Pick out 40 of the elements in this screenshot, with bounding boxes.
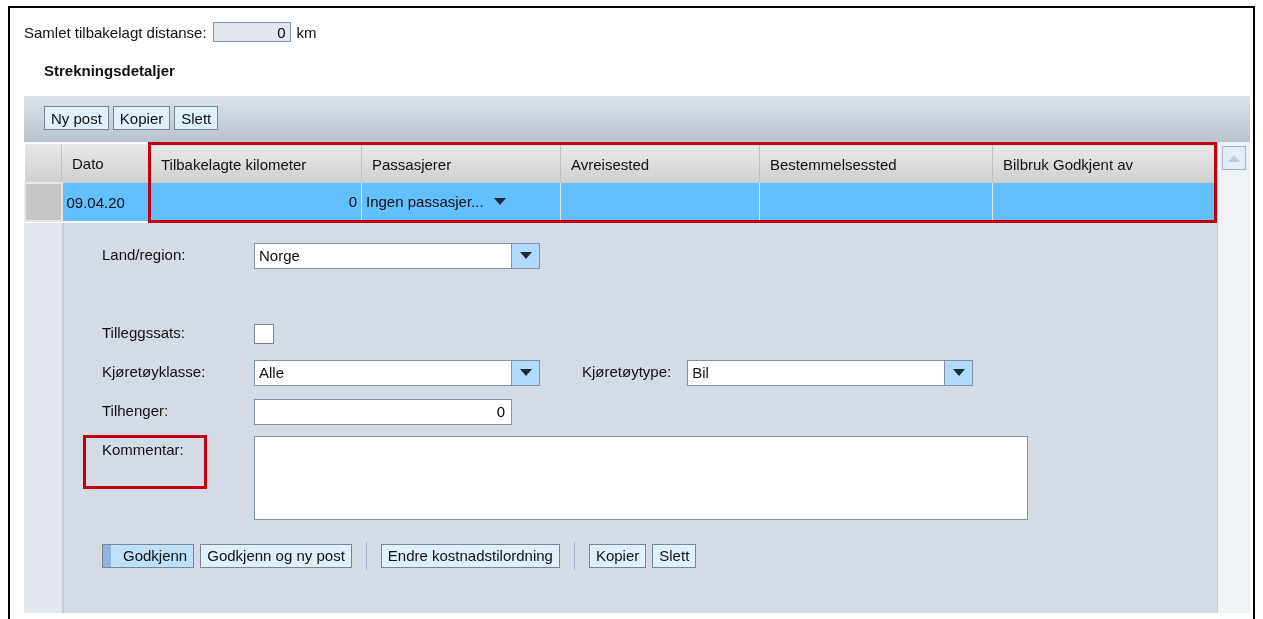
action-button[interactable]: Kopier [588, 543, 647, 568]
checkbox[interactable] [254, 323, 274, 344]
toolbar-button[interactable]: Ny post [44, 106, 109, 130]
field-label: Samlet tilbakelagt distanse: [24, 23, 207, 41]
dropdown-field[interactable]: Norge [254, 242, 540, 269]
action-button[interactable]: Endre kostnadstilordning [380, 543, 560, 568]
column-header[interactable]: Passasjerer [361, 143, 561, 183]
column-header[interactable]: Bestemmelsessted [759, 143, 993, 183]
table-cell: 09.04.20 [61, 183, 150, 221]
dropdown-field[interactable]: Bil [687, 359, 974, 386]
input-field[interactable]: 0 [254, 398, 512, 425]
field-label: Land/region: [102, 244, 187, 265]
column-header[interactable]: Avreisested [560, 143, 760, 183]
table-row[interactable]: 09.04.20 0 Ingen passasjer... [25, 183, 1216, 221]
dropdown-arrow-icon [519, 252, 532, 259]
comment-field[interactable] [254, 435, 1028, 520]
field-label: Kjøretøytype: [582, 361, 672, 382]
action-button[interactable]: Godkjenn og ny post [200, 543, 352, 568]
dropdown-field[interactable]: Alle [254, 359, 540, 386]
toolbar-button[interactable]: Slett [174, 106, 219, 130]
toolbar-button[interactable]: Kopier [112, 106, 171, 130]
dropdown-arrow-icon [493, 197, 506, 205]
field-label: Kjøretøyklasse: [102, 361, 207, 382]
section-title: Strekningsdetaljer [43, 61, 176, 81]
column-header[interactable]: Dato [61, 143, 150, 183]
field-label: Tilhenger: [102, 400, 170, 421]
scroll-up-button[interactable] [1222, 146, 1246, 170]
table-cell: 0 [149, 183, 362, 221]
distance-field[interactable]: 0 [212, 22, 291, 42]
dropdown-arrow-icon [952, 369, 965, 376]
passenger-dropdown[interactable]: Ingen passasjer... [361, 183, 561, 221]
field-label: Tilleggssats: [102, 322, 186, 343]
up-arrow-icon [1228, 154, 1240, 162]
column-header[interactable]: Tilbakelagte kilometer [149, 143, 362, 183]
column-header[interactable]: Bilbruk Godkjent av [992, 143, 1216, 183]
field-label: Kommentar: [83, 434, 207, 489]
action-button[interactable]: Slett [652, 543, 697, 568]
action-button[interactable]: Godkjenn [102, 543, 195, 568]
unit-label: km [296, 23, 317, 41]
dropdown-arrow-icon [519, 369, 532, 376]
